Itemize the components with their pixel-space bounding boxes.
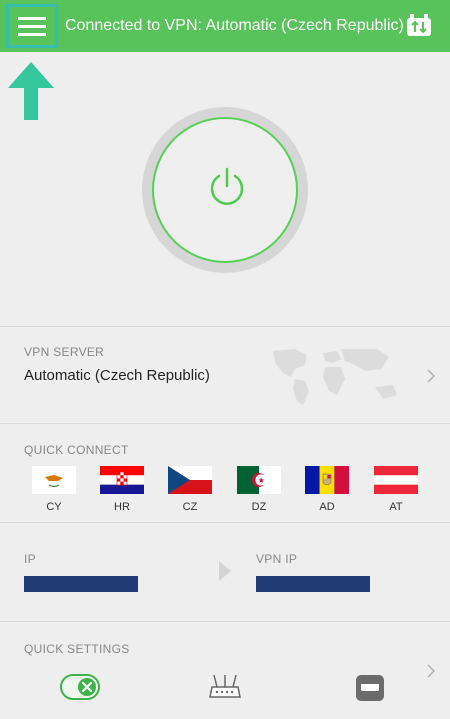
quick-connect-ad[interactable]: AD xyxy=(303,466,351,513)
power-icon xyxy=(210,167,244,205)
kill-switch-toggle-icon[interactable] xyxy=(60,674,100,700)
hamburger-menu-icon[interactable] xyxy=(6,4,58,48)
andorra-flag-icon xyxy=(305,466,349,494)
quick-connect-at[interactable]: AT xyxy=(372,466,420,513)
vpn-ip-value-redacted xyxy=(256,576,370,592)
austria-flag-icon xyxy=(374,466,418,494)
quick-connect-cz[interactable]: CZ xyxy=(166,466,214,513)
ip-value-redacted xyxy=(24,576,138,592)
top-bar: Connected to VPN: Automatic (Czech Repub… xyxy=(0,0,450,52)
divider xyxy=(0,621,450,622)
czech-flag-icon xyxy=(168,466,212,494)
switch-server-icon[interactable] xyxy=(406,13,432,39)
arrow-up-hint-icon xyxy=(8,62,54,120)
vpn-server-value[interactable]: Automatic (Czech Republic) xyxy=(24,367,210,384)
divider xyxy=(0,326,450,327)
divider xyxy=(0,423,450,424)
quick-settings-label: QUICK SETTINGS xyxy=(24,642,130,656)
vpn-server-label: VPN SERVER xyxy=(24,345,105,359)
croatia-flag-icon xyxy=(100,466,144,494)
ad-blocker-icon[interactable] xyxy=(355,674,385,702)
world-map-icon xyxy=(273,349,397,405)
quick-connect-dz[interactable]: DZ xyxy=(235,466,283,513)
connection-status-title: Connected to VPN: Automatic (Czech Repub… xyxy=(65,17,404,34)
connect-power-button[interactable] xyxy=(142,107,308,273)
cyprus-flag-icon xyxy=(32,466,76,494)
chevron-right-icon[interactable] xyxy=(426,368,436,384)
arrow-right-icon xyxy=(219,561,231,581)
chevron-right-icon[interactable] xyxy=(426,663,436,679)
vpn-ip-label: VPN IP xyxy=(256,552,298,566)
router-icon[interactable] xyxy=(208,673,242,701)
algeria-flag-icon xyxy=(237,466,281,494)
ip-label: IP xyxy=(24,552,36,566)
quick-connect-cy[interactable]: CY xyxy=(30,466,78,513)
divider xyxy=(0,522,450,523)
quick-connect-hr[interactable]: HR xyxy=(98,466,146,513)
quick-connect-label: QUICK CONNECT xyxy=(24,443,129,457)
